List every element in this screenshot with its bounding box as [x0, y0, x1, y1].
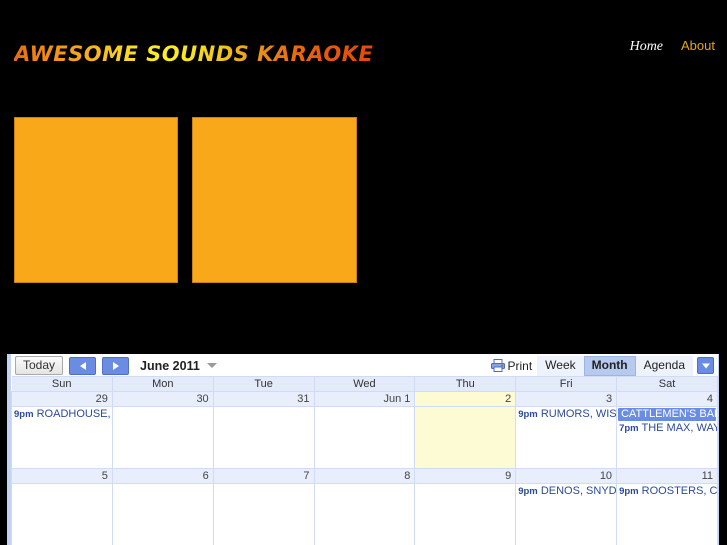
- calendar-toolbar: Today June 2011 Print Week Month Agenda: [11, 354, 718, 376]
- calendar-day-cell[interactable]: [111, 406, 214, 469]
- view-button-week[interactable]: Week: [537, 355, 584, 376]
- print-button[interactable]: Print: [491, 359, 532, 373]
- calendar-day-number[interactable]: 3: [515, 391, 618, 407]
- calendar-widget: Today June 2011 Print Week Month Agenda …: [7, 354, 719, 545]
- calendar-event-time: 7pm: [619, 423, 639, 434]
- calendar-event-title: ROOSTERS, CA: [641, 485, 717, 497]
- today-button[interactable]: Today: [15, 356, 64, 375]
- calendar-daynum-row: 5 6 7 8 9 10 11: [11, 468, 718, 484]
- weekday-header-sun: Sun: [11, 376, 113, 392]
- weekday-header-sat: Sat: [616, 376, 718, 392]
- weekday-header-mon: Mon: [112, 376, 214, 392]
- calendar-day-number[interactable]: Jun 1: [313, 391, 416, 407]
- calendar-day-cell[interactable]: 9pm RUMORS, WISN: [515, 406, 618, 469]
- calendar-day-cell[interactable]: [212, 483, 315, 545]
- calendar-event[interactable]: 9pm ROADHOUSE, W: [12, 408, 112, 421]
- weekday-header-row: Sun Mon Tue Wed Thu Fri Sat: [11, 376, 718, 392]
- calendar-day-cell[interactable]: 9pm ROADHOUSE, W: [11, 406, 113, 469]
- calendar-day-number[interactable]: 2: [414, 391, 517, 407]
- calendar-day-cell[interactable]: CATTLEMEN'S BALL7pm THE MAX, WAYN: [616, 406, 718, 469]
- calendar-day-cell[interactable]: [111, 483, 214, 545]
- calendar-event-time: 9pm: [619, 486, 639, 497]
- nav-link-home[interactable]: Home: [630, 39, 663, 55]
- calendar-event-time: 9pm: [518, 409, 538, 420]
- calendar-day-number[interactable]: 4: [616, 391, 718, 407]
- calendar-event-title: ROADHOUSE, W: [36, 408, 112, 420]
- site-logo: AWESOME SOUNDS KARAOKE: [14, 42, 374, 66]
- calendar-event[interactable]: 9pm ROOSTERS, CA: [618, 485, 717, 498]
- calendar-week-row: 9pm ROADHOUSE, W9pm RUMORS, WISNCATTLEME…: [11, 406, 718, 469]
- weekday-header-thu: Thu: [414, 376, 517, 392]
- site-nav: Home About: [630, 38, 715, 55]
- page-root: AWESOME SOUNDS KARAOKE Home About Today …: [0, 0, 727, 545]
- calendar-event[interactable]: 7pm THE MAX, WAYN: [618, 422, 716, 435]
- calendar-day-number[interactable]: 30: [111, 391, 214, 407]
- calendar-day-number[interactable]: 11: [616, 468, 718, 484]
- calendar-day-number[interactable]: 7: [212, 468, 315, 484]
- chevron-down-icon[interactable]: [697, 357, 714, 374]
- calendar-day-cell[interactable]: 9pm DENOS, SNYDER: [515, 483, 618, 545]
- calendar-event-title: DENOS, SNYDER: [540, 485, 617, 497]
- calendar-event[interactable]: 9pm DENOS, SNYDER: [517, 485, 617, 498]
- view-button-month[interactable]: Month: [583, 355, 636, 376]
- calendar-event[interactable]: 9pm RUMORS, WISN: [517, 408, 617, 421]
- calendar-day-number[interactable]: 10: [515, 468, 618, 484]
- next-month-button[interactable]: [102, 356, 130, 375]
- calendar-day-cell[interactable]: [11, 483, 113, 545]
- prev-month-button[interactable]: [69, 356, 97, 375]
- calendar-day-number[interactable]: 29: [11, 391, 113, 407]
- calendar-day-cell[interactable]: [313, 483, 416, 545]
- weekday-header-wed: Wed: [314, 376, 416, 392]
- calendar-day-number[interactable]: 31: [212, 391, 315, 407]
- calendar-title: June 2011: [140, 358, 200, 373]
- calendar-day-cell[interactable]: [212, 406, 315, 469]
- print-label: Print: [507, 358, 533, 373]
- calendar-day-cell[interactable]: [414, 406, 517, 469]
- calendar-day-number[interactable]: 5: [11, 468, 113, 484]
- calendar-day-number[interactable]: 8: [313, 468, 416, 484]
- calendar-day-cell[interactable]: [313, 406, 416, 469]
- nav-link-about[interactable]: About: [681, 38, 715, 53]
- calendar-daynum-row: 29 30 31 Jun 1234: [11, 391, 718, 407]
- calendar-event-allday[interactable]: CATTLEMEN'S BALL: [618, 408, 716, 421]
- view-button-agenda[interactable]: Agenda: [635, 355, 693, 376]
- calendar-week-row: 9pm DENOS, SNYDER9pm ROOSTERS, CA: [11, 483, 718, 545]
- weekday-header-fri: Fri: [515, 376, 618, 392]
- calendar-day-cell[interactable]: [414, 483, 517, 545]
- calendar-day-number[interactable]: 6: [111, 468, 214, 484]
- calendar-event-time: 9pm: [518, 486, 538, 497]
- printer-icon: [491, 359, 506, 372]
- calendar-day-cell[interactable]: 9pm ROOSTERS, CA: [616, 483, 718, 545]
- banner-placeholder-1[interactable]: [14, 117, 178, 283]
- weekday-header-tue: Tue: [213, 376, 315, 392]
- left-arrow-icon: [79, 361, 86, 370]
- site-header: AWESOME SOUNDS KARAOKE Home About: [0, 0, 727, 108]
- chevron-down-icon[interactable]: [206, 363, 217, 368]
- banner-placeholder-2[interactable]: [192, 117, 357, 283]
- calendar-event-title: THE MAX, WAYN: [641, 422, 716, 434]
- calendar-event-time: 9pm: [14, 409, 34, 420]
- calendar-grid: Sun Mon Tue Wed Thu Fri Sat 29 30 31 Jun 12…: [11, 376, 718, 545]
- calendar-view-controls: Print Week Month Agenda: [491, 355, 714, 376]
- calendar-day-number[interactable]: 9: [414, 468, 517, 484]
- right-arrow-icon: [112, 361, 119, 370]
- calendar-event-title: RUMORS, WISN: [540, 408, 617, 420]
